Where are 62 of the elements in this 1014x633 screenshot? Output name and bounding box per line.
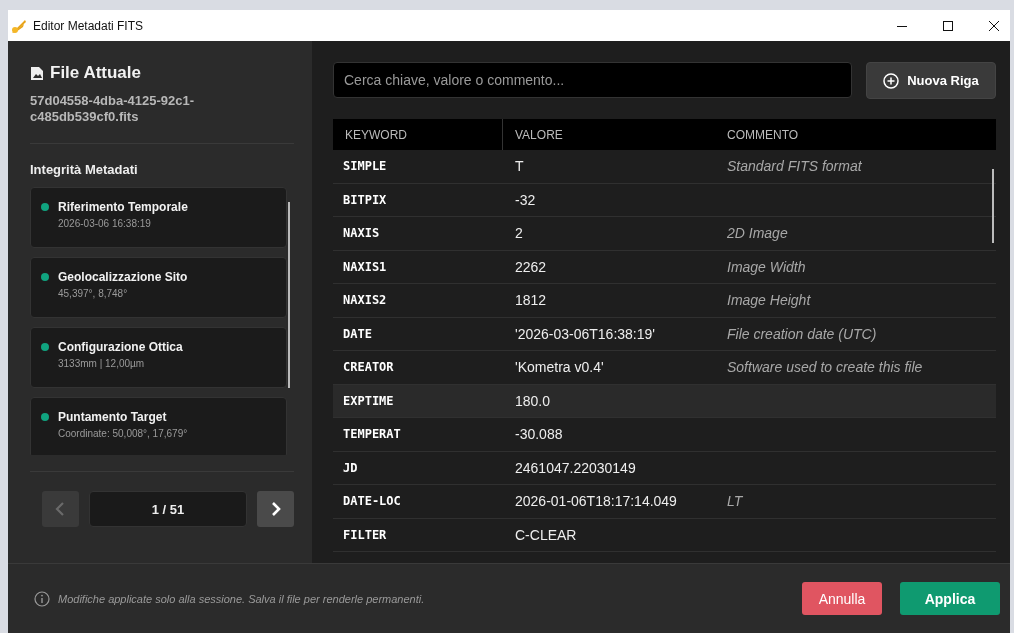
column-header: KEYWORD bbox=[333, 119, 503, 150]
section-heading: File Attuale bbox=[50, 63, 141, 83]
value-cell: T bbox=[515, 158, 524, 175]
file-image-icon bbox=[30, 65, 44, 81]
scrollbar[interactable] bbox=[288, 202, 290, 388]
section-title: Integrità Metadati bbox=[30, 162, 139, 177]
keyword-cell: TEMPERAT bbox=[343, 427, 401, 442]
apply-button[interactable]: Applica bbox=[900, 582, 1000, 615]
keyword-cell: SIMPLE bbox=[343, 159, 387, 174]
comment-cell: Standard FITS format bbox=[727, 158, 862, 175]
value-cell: 2 bbox=[515, 225, 523, 242]
chevron-left-icon bbox=[55, 501, 66, 517]
info-note: Modifiche applicate solo alla sessione. Salva il file per renderle permanenti. bbox=[58, 592, 426, 605]
column-header: COMMENTO bbox=[726, 126, 800, 144]
comment-cell: Software used to create this file bbox=[727, 359, 923, 376]
keyword-cell: BITPIX bbox=[343, 192, 387, 207]
maximize-icon[interactable] bbox=[942, 19, 954, 32]
keyword-cell: NAXIS1 bbox=[343, 259, 387, 274]
keyword-cell: CREATOR bbox=[343, 360, 394, 375]
card-title: Geolocalizzazione Sito bbox=[58, 270, 188, 284]
search-field[interactable]: Cerca chiave, valore o commento... bbox=[333, 62, 852, 98]
plus-circle-icon bbox=[883, 72, 900, 89]
new-row-button[interactable]: Nuova Riga bbox=[866, 62, 996, 99]
card-detail: 2026-03-06 16:38:19 bbox=[58, 218, 152, 229]
comment-cell: File creation date (UTC) bbox=[727, 325, 877, 342]
keyword-cell: DATE-LOC bbox=[343, 494, 401, 509]
value-cell: 180.0 bbox=[515, 392, 551, 409]
chevron-right-icon bbox=[270, 501, 281, 517]
card-title: Configurazione Ottica bbox=[58, 340, 183, 354]
keyword-cell: EXPTIME bbox=[343, 393, 394, 408]
file-name: 57d04558-4dba-4125-92c1-c485db539cf0.fits bbox=[30, 93, 196, 125]
value-cell: 'Kometra v0.4' bbox=[515, 359, 604, 376]
card-detail: 3133mm | 12,00µm bbox=[58, 358, 146, 369]
value-cell: -32 bbox=[515, 191, 536, 208]
value-cell: C-CLEAR bbox=[515, 526, 577, 543]
info-icon bbox=[34, 590, 50, 607]
card-title: Puntamento Target bbox=[58, 410, 167, 424]
value-cell: 2262 bbox=[515, 258, 547, 275]
column-header: VALORE bbox=[514, 126, 564, 144]
close-icon[interactable] bbox=[988, 19, 1000, 32]
comment-cell: Image Width bbox=[727, 258, 806, 275]
comment-cell: Image Height bbox=[727, 292, 811, 309]
value-cell: 2461047.22030149 bbox=[515, 459, 636, 476]
keyword-cell: DATE bbox=[343, 326, 372, 341]
keyword-cell: JD bbox=[343, 460, 358, 475]
card-title: Riferimento Temporale bbox=[58, 200, 188, 214]
next-button[interactable] bbox=[257, 491, 294, 527]
keyword-cell: FILTER bbox=[343, 527, 387, 542]
scrollbar[interactable] bbox=[992, 169, 994, 243]
comment-cell: LT bbox=[727, 493, 743, 510]
card-detail: Coordinate: 50,008°, 17,679° bbox=[58, 428, 189, 439]
comment-cell: 2D Image bbox=[727, 225, 788, 242]
card-detail: 45,397°, 8,748° bbox=[58, 288, 129, 299]
page-indicator: 1 / 51 bbox=[88, 491, 248, 527]
value-cell: -30.088 bbox=[515, 426, 563, 443]
window-title: Editor Metadati FITS bbox=[33, 18, 144, 33]
cancel-button[interactable]: Annulla bbox=[802, 582, 882, 615]
keyword-cell: NAXIS2 bbox=[343, 293, 387, 308]
value-cell: 2026-01-06T18:17:14.049 bbox=[515, 493, 677, 510]
value-cell: 1812 bbox=[515, 292, 547, 309]
value-cell: '2026-03-06T16:38:19' bbox=[515, 325, 655, 342]
keyword-cell: NAXIS bbox=[343, 226, 380, 241]
